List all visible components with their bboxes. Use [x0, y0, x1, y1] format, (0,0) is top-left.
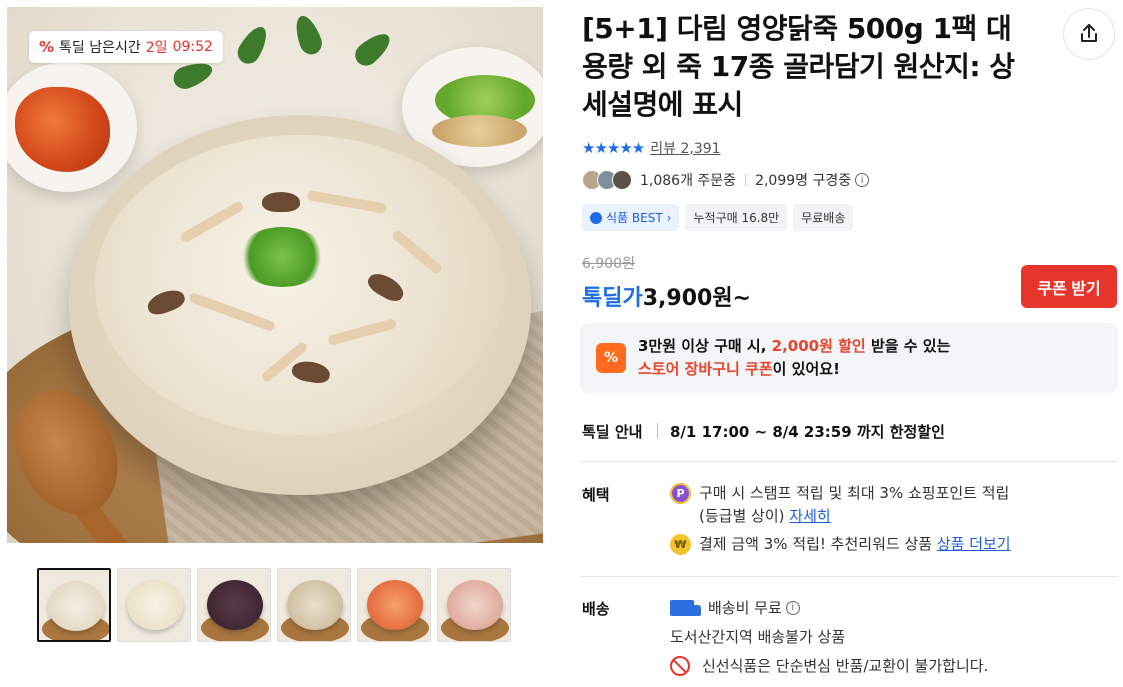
point-coin-icon: P	[670, 483, 691, 504]
thumbnail-4[interactable]	[277, 568, 351, 642]
leaf-decoration	[290, 12, 326, 58]
star-rating-icon: ★★★★★	[582, 139, 645, 157]
thumbnail-3[interactable]	[197, 568, 271, 642]
percent-icon: %	[39, 38, 55, 56]
benefit-item-reward: ₩ 결제 금액 3% 적립! 추천리워드 상품 상품 더보기	[670, 533, 1011, 556]
tag-cumulative-purchase: 누적구매 16.8만	[685, 204, 788, 231]
tag-list: 식품 BEST › 누적구매 16.8만 무료배송	[582, 204, 854, 231]
deal-price-label: 톡딜가	[582, 286, 643, 311]
buyer-stats: 1,086개 주문중 2,099명 구경중 i	[582, 170, 870, 190]
timer-time: 09:52	[172, 39, 213, 55]
divider	[580, 576, 1118, 577]
chevron-right-icon: ›	[666, 210, 672, 225]
coupon-icon: %	[596, 343, 626, 373]
rating-row: ★★★★★ 리뷰 2,391	[582, 138, 721, 158]
share-icon	[1081, 24, 1097, 42]
review-link[interactable]: 리뷰 2,391	[650, 138, 720, 158]
share-button[interactable]	[1063, 8, 1115, 60]
benefit-label: 혜택	[582, 486, 610, 504]
buyer-avatars	[582, 170, 632, 190]
get-coupon-button[interactable]: 쿠폰 받기	[1021, 265, 1117, 308]
thumbnail-1[interactable]	[37, 568, 111, 642]
timer-prefix: 톡딜 남은시간	[59, 40, 141, 56]
tag-free-shipping: 무료배송	[793, 204, 854, 231]
deal-info-label: 톡딜 안내	[582, 423, 643, 441]
sesame	[432, 115, 527, 147]
more-products-link[interactable]: 상품 더보기	[937, 535, 1011, 553]
deal-timer-badge: % 톡딜 남은시간 2일 09:52	[29, 31, 223, 63]
coupon-notice-text: 3만원 이상 구매 시, 2,000원 할인 받을 수 있는 스토어 장바구니 …	[638, 337, 951, 378]
truck-icon	[670, 599, 701, 616]
avatar	[612, 170, 632, 190]
porridge	[95, 135, 505, 435]
timer-days: 2일	[145, 40, 168, 56]
coupon-notice[interactable]: % 3만원 이상 구매 시, 2,000원 할인 받을 수 있는 스토어 장바구…	[580, 323, 1118, 393]
deal-price: 톡딜가3,900원~	[582, 280, 751, 312]
info-icon[interactable]: i	[785, 600, 800, 615]
benefit-item-points: P 구매 시 스탬프 적립 및 최대 3% 쇼핑포인트 적립 (등급별 상이) …	[670, 482, 1009, 528]
thumbnail-strip	[37, 568, 511, 642]
product-main-image: % 톡딜 남은시간 2일 09:52	[7, 7, 543, 543]
shipping-fee: 배송비 무료 i	[670, 597, 800, 618]
leaf-decoration	[233, 22, 273, 68]
deal-period: 8/1 17:00 ~ 8/4 23:59 까지 한정할인	[670, 423, 945, 441]
thumbnail-6[interactable]	[437, 568, 511, 642]
leaf-decoration	[350, 27, 396, 71]
thumbnail-5[interactable]	[357, 568, 431, 642]
scallion-garnish	[237, 227, 327, 287]
tag-food-best[interactable]: 식품 BEST ›	[582, 204, 680, 231]
shipping-remote-notice: 도서산간지역 배송불가 상품	[670, 628, 846, 646]
orders-count: 1,086개 주문중	[640, 173, 737, 189]
deal-price-value: 3,900원~	[642, 286, 751, 311]
original-price: 6,900원	[582, 256, 635, 272]
shipping-label: 배송	[582, 600, 610, 618]
viewers-count: 2,099명 구경중	[755, 173, 852, 189]
divider	[580, 461, 1118, 462]
product-title: [5+1] 다림 영양닭죽 500g 1팩 대용량 외 죽 17종 골라담기 원…	[582, 12, 1015, 121]
won-coin-icon: ₩	[670, 534, 691, 555]
details-link[interactable]: 자세히	[789, 507, 830, 525]
prohibited-icon	[670, 655, 690, 676]
badge-icon	[590, 211, 602, 224]
info-icon[interactable]: i	[855, 173, 870, 187]
fresh-food-notice: 신선식품은 단순변심 반품/교환이 불가합니다.	[670, 655, 988, 676]
thumbnail-2[interactable]	[117, 568, 191, 642]
